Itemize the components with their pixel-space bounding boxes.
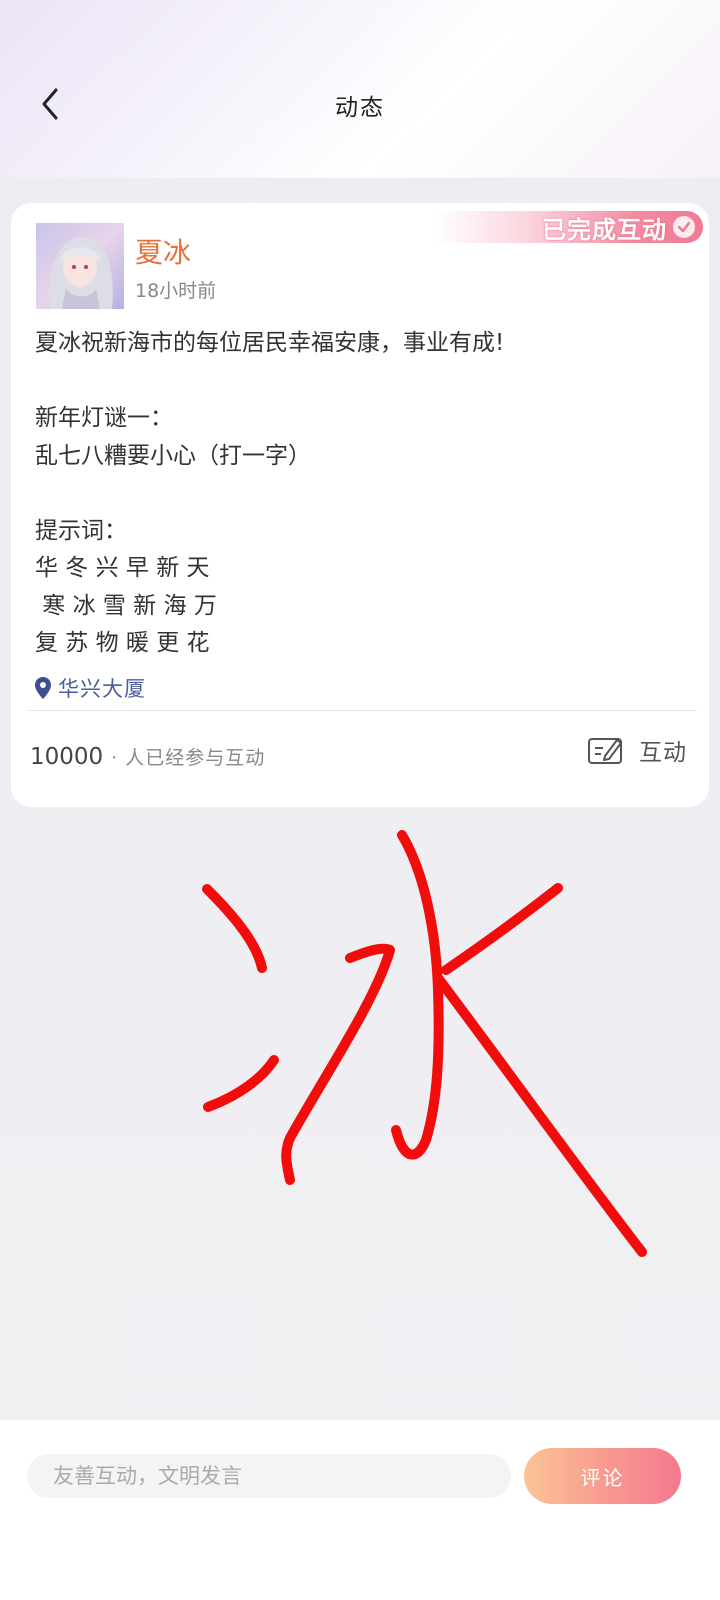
header: 动态: [0, 0, 720, 178]
page-title: 动态: [335, 95, 385, 121]
ink-stroke: [433, 973, 647, 1257]
handwriting-canvas[interactable]: [0, 810, 720, 1270]
edit-note-icon: [588, 738, 622, 764]
participants-count: 10000: [30, 744, 104, 770]
comment-button[interactable]: 评论: [524, 1448, 681, 1504]
post-body: 夏冰祝新海市的每位居民幸福安康，事业有成! 新年灯谜一： 乱七八糟要小心（打一字…: [35, 330, 505, 656]
ink-stroke: [202, 884, 267, 973]
username[interactable]: 夏冰: [135, 231, 191, 271]
avatar[interactable]: [36, 223, 124, 309]
ink-stroke: [441, 883, 563, 975]
location-tag[interactable]: 华兴大厦: [34, 673, 146, 703]
badge-label: 已完成互动: [542, 214, 667, 244]
post-time: 18小时前: [135, 280, 217, 302]
location-label: 华兴大厦: [58, 677, 146, 701]
divider: [29, 710, 697, 711]
post-card: 已完成互动 夏冰 18小时前 夏冰祝新海市的每位居民幸福安康，事业有成! 新年灯…: [11, 203, 709, 807]
ink-stroke: [281, 943, 395, 1185]
participants-label: · 人已经参与互动: [111, 747, 266, 769]
map-pin-icon: [35, 677, 51, 699]
ink-stroke: [391, 830, 444, 1160]
check-circle-icon: [673, 216, 695, 238]
interact-button[interactable]: 互动: [587, 733, 687, 767]
ink-stroke: [203, 1055, 279, 1112]
comment-bar: 评论: [0, 1420, 720, 1600]
completed-badge: 已完成互动: [433, 211, 703, 244]
participants-info: 10000 · 人已经参与互动: [30, 743, 265, 770]
comment-input[interactable]: [27, 1454, 511, 1498]
interact-label: 互动: [639, 740, 687, 766]
